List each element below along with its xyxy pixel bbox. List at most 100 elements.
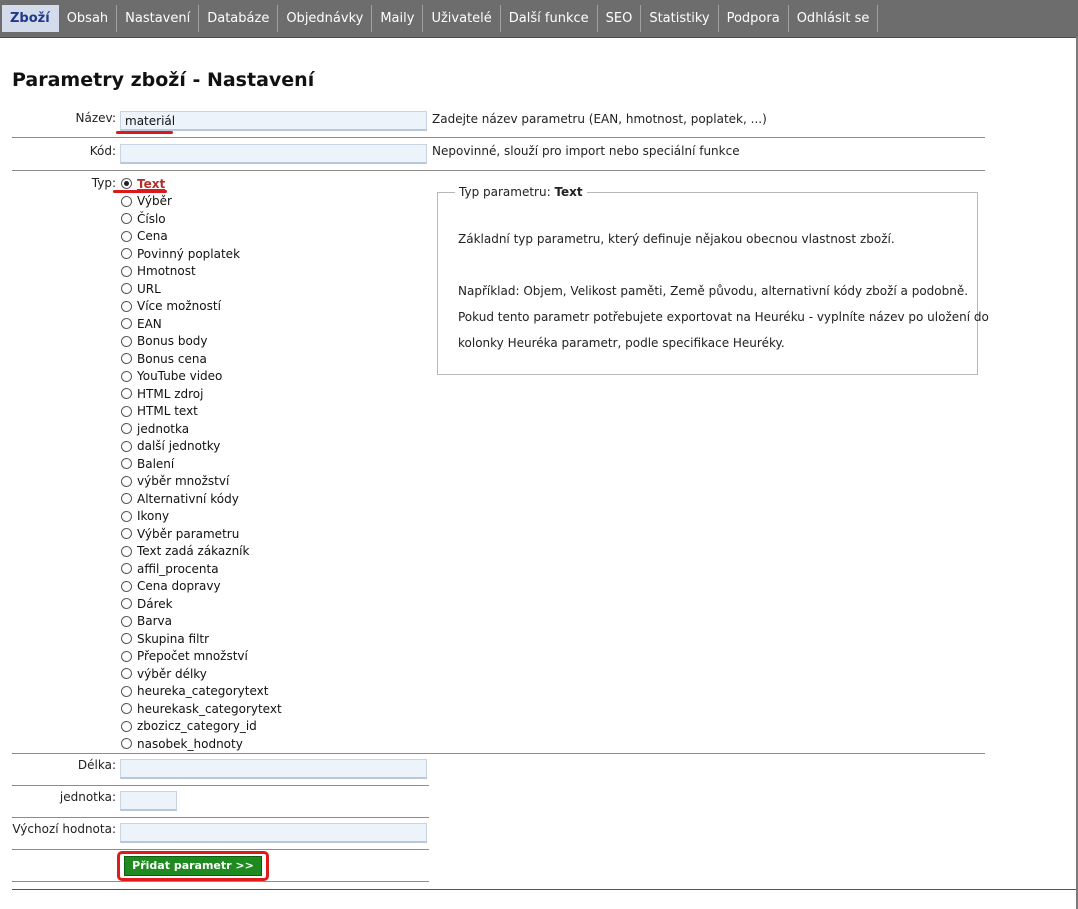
type-option-label: Alternativní kódy [137, 491, 239, 506]
radio-button[interactable] [121, 195, 132, 207]
radio-button[interactable] [121, 458, 132, 470]
radio-button[interactable] [121, 510, 132, 522]
type-option[interactable]: Text zadá zákazník [121, 543, 282, 561]
type-option-label: Dárek [137, 596, 173, 611]
tab-11[interactable]: Odhlásit se [789, 5, 879, 32]
type-option[interactable]: Výběr [121, 193, 282, 211]
radio-button[interactable] [121, 633, 132, 645]
radio-button[interactable] [121, 318, 132, 330]
radio-button[interactable] [121, 178, 132, 190]
radio-button[interactable] [121, 563, 132, 575]
radio-button[interactable] [121, 650, 132, 662]
radio-button[interactable] [121, 615, 132, 627]
radio-button[interactable] [121, 405, 132, 417]
radio-button[interactable] [121, 283, 132, 295]
radio-button[interactable] [121, 335, 132, 347]
type-option[interactable]: affil_procenta [121, 560, 282, 578]
type-heureka-line1: Pokud tento parametr potřebujete exporto… [458, 310, 989, 324]
tab-10[interactable]: Podpora [719, 5, 789, 32]
radio-button[interactable] [121, 738, 132, 750]
tab-9[interactable]: Statistiky [641, 5, 719, 32]
type-option[interactable]: Cena [121, 228, 282, 246]
add-parameter-button[interactable]: Přidat parametr >> [124, 856, 262, 876]
type-option-label: HTML zdroj [137, 386, 204, 401]
unit-input[interactable] [120, 791, 177, 811]
tab-6[interactable]: Uživatelé [423, 5, 501, 32]
radio-button[interactable] [121, 213, 132, 225]
type-option[interactable]: Dárek [121, 595, 282, 613]
annotation-underline-name [116, 131, 173, 134]
radio-button[interactable] [121, 300, 132, 312]
divider [12, 817, 429, 818]
tab-3[interactable]: Databáze [199, 5, 279, 32]
type-option[interactable]: Povinný poplatek [121, 245, 282, 263]
type-option[interactable]: výběr délky [121, 665, 282, 683]
type-option[interactable]: Alternativní kódy [121, 490, 282, 508]
radio-button[interactable] [121, 580, 132, 592]
type-option-label: URL [137, 281, 161, 296]
unit-label: jednotka: [59, 790, 116, 804]
radio-button[interactable] [121, 598, 132, 610]
type-option[interactable]: Hmotnost [121, 263, 282, 281]
length-input[interactable] [120, 759, 427, 779]
type-option[interactable]: Barva [121, 613, 282, 631]
type-option[interactable]: Balení [121, 455, 282, 473]
radio-button[interactable] [121, 528, 132, 540]
type-option[interactable]: HTML text [121, 403, 282, 421]
default-input[interactable] [120, 823, 427, 843]
type-option-label: nasobek_hodnoty [137, 736, 243, 751]
tab-0[interactable]: Zboží [2, 5, 59, 32]
type-option[interactable]: výběr množství [121, 473, 282, 491]
type-option[interactable]: Číslo [121, 210, 282, 228]
type-option[interactable]: EAN [121, 315, 282, 333]
page-title: Parametry zboží - Nastavení [12, 69, 315, 91]
radio-button[interactable] [121, 685, 132, 697]
type-option[interactable]: Ikony [121, 508, 282, 526]
tab-8[interactable]: SEO [598, 5, 642, 32]
type-option[interactable]: Bonus body [121, 333, 282, 351]
radio-button[interactable] [121, 388, 132, 400]
tab-5[interactable]: Maily [372, 5, 424, 32]
radio-button[interactable] [121, 545, 132, 557]
radio-button[interactable] [121, 423, 132, 435]
type-option[interactable]: HTML zdroj [121, 385, 282, 403]
radio-button[interactable] [121, 265, 132, 277]
radio-button[interactable] [121, 668, 132, 680]
name-input[interactable] [120, 111, 427, 131]
type-option[interactable]: Skupina filtr [121, 630, 282, 648]
tab-1[interactable]: Obsah [59, 5, 118, 32]
tab-4[interactable]: Objednávky [278, 5, 373, 32]
tab-2[interactable]: Nastavení [117, 5, 200, 32]
type-option[interactable]: heureka_categorytext [121, 683, 282, 701]
type-option[interactable]: URL [121, 280, 282, 298]
type-option[interactable]: Přepočet množství [121, 648, 282, 666]
type-option-label: Více možností [137, 299, 221, 314]
radio-button[interactable] [121, 248, 132, 260]
type-option[interactable]: Bonus cena [121, 350, 282, 368]
radio-button[interactable] [121, 720, 132, 732]
type-option-label: Číslo [137, 211, 166, 226]
divider [12, 785, 429, 786]
type-option[interactable]: YouTube video [121, 368, 282, 386]
type-option[interactable]: jednotka [121, 420, 282, 438]
radio-button[interactable] [121, 353, 132, 365]
tab-7[interactable]: Další funkce [501, 5, 598, 32]
type-option[interactable]: zbozicz_category_id [121, 718, 282, 736]
type-option[interactable]: další jednotky [121, 438, 282, 456]
type-heureka-line2: kolonky Heuréka parametr, podle specifik… [458, 336, 785, 350]
type-option[interactable]: Cena dopravy [121, 578, 282, 596]
radio-button[interactable] [121, 230, 132, 242]
radio-button[interactable] [121, 703, 132, 715]
radio-button[interactable] [121, 475, 132, 487]
radio-button[interactable] [121, 440, 132, 452]
type-option[interactable]: Výběr parametru [121, 525, 282, 543]
code-input[interactable] [120, 144, 427, 164]
divider [12, 881, 429, 882]
type-option[interactable]: heurekask_categorytext [121, 700, 282, 718]
type-option-label: Výběr parametru [137, 526, 240, 541]
type-option[interactable]: nasobek_hodnoty [121, 735, 282, 753]
radio-button[interactable] [121, 493, 132, 505]
type-option[interactable]: Více možností [121, 298, 282, 316]
type-option-label: jednotka [137, 421, 190, 436]
radio-button[interactable] [121, 370, 132, 382]
